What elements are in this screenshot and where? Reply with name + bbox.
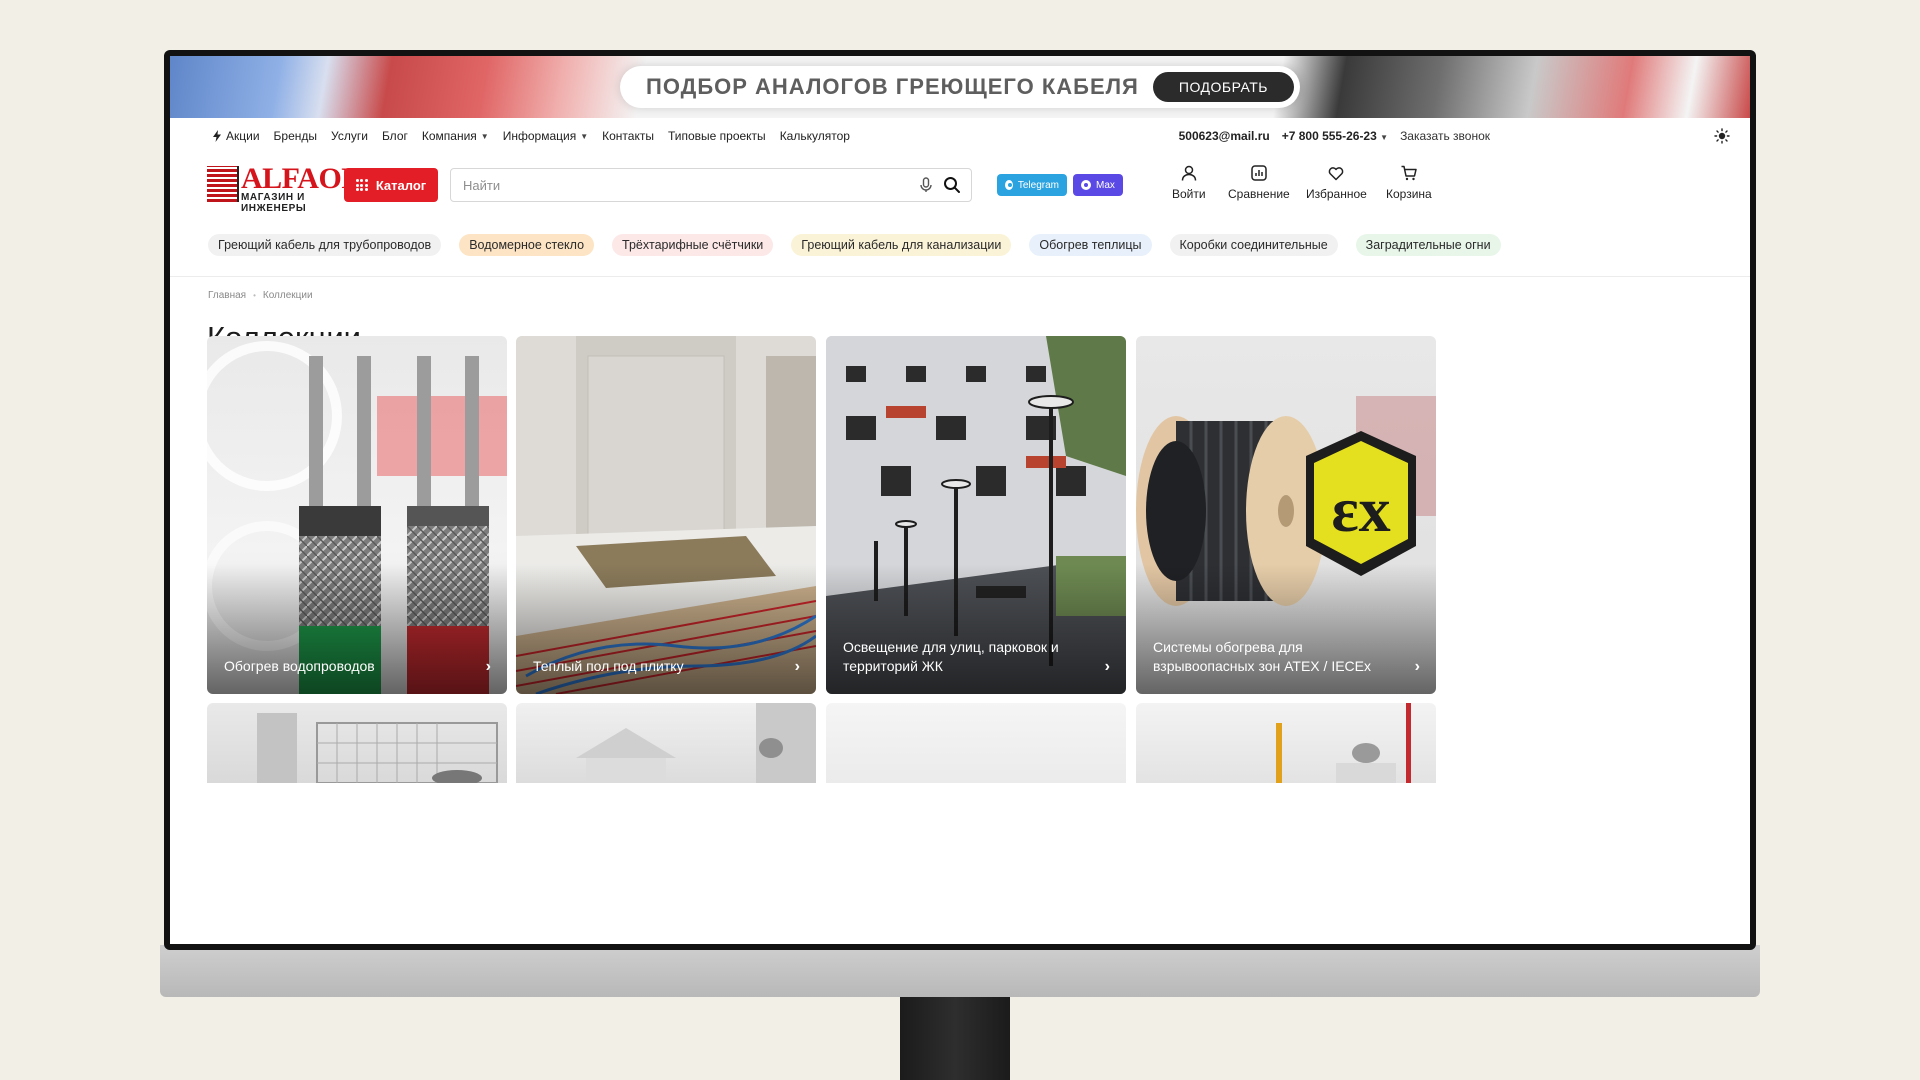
chip[interactable]: Трёхтарифные счётчики	[612, 234, 774, 256]
phone-link[interactable]: +7 800 555-26-23 ▼	[1282, 129, 1388, 143]
catalog-label: Каталог	[375, 177, 427, 193]
nav-information-label: Информация	[502, 129, 577, 143]
pipes-image	[257, 713, 498, 783]
compare-label: Сравнение	[1228, 187, 1290, 201]
logo-mark	[207, 166, 239, 202]
catalog-button[interactable]: Каталог	[344, 168, 438, 202]
monitor-chin	[160, 945, 1760, 997]
chevron-right-icon: ›	[794, 658, 800, 675]
svg-text:εx: εx	[1331, 474, 1390, 545]
phone-number: +7 800 555-26-23	[1281, 129, 1377, 143]
breadcrumb: Главная • Коллекции	[208, 290, 313, 301]
breadcrumb-separator: •	[253, 291, 256, 300]
chip[interactable]: Греющий кабель для трубопроводов	[208, 234, 442, 256]
chip[interactable]: Коробки соединительные	[1169, 234, 1338, 256]
grid-dots-icon	[355, 179, 368, 191]
max-button[interactable]: Max	[1073, 174, 1123, 196]
cart-icon	[1401, 165, 1417, 181]
caret-down-icon: ▼	[1380, 133, 1389, 142]
favorites-label: Избранное	[1306, 187, 1367, 201]
nav-brands[interactable]: Бренды	[274, 129, 317, 143]
max-label: Max	[1096, 179, 1115, 191]
telegram-icon	[1005, 180, 1013, 190]
microphone-icon[interactable]	[917, 176, 935, 194]
gas-pipe-image	[1276, 703, 1411, 783]
card-title: Системы обогрева для взрывоопасных зон A…	[1153, 639, 1371, 674]
chevron-right-icon: ›	[485, 658, 491, 675]
chip[interactable]: Греющий кабель для канализации	[791, 234, 1012, 256]
nav-blog[interactable]: Блог	[382, 129, 408, 143]
nav-contacts[interactable]: Контакты	[602, 129, 654, 143]
heart-icon	[1329, 167, 1344, 181]
nav-projects[interactable]: Типовые проекты	[668, 129, 766, 143]
promo-button[interactable]: ПОДОБРАТЬ	[1152, 72, 1294, 102]
search-icon[interactable]	[943, 176, 961, 194]
chip[interactable]: Водомерное стекло	[459, 234, 595, 256]
top-nav: Акции Бренды Услуги Блог Компания ▼ Инфо…	[170, 118, 1750, 154]
user-icon	[1181, 165, 1197, 181]
collection-card[interactable]: εx Системы обогрева для взрывоопасных зо…	[1136, 336, 1436, 694]
login-button[interactable]: Войти	[1172, 164, 1206, 201]
collection-card[interactable]	[826, 703, 1126, 783]
login-label: Войти	[1172, 187, 1206, 201]
collection-card[interactable]	[516, 703, 816, 783]
quick-links: Греющий кабель для трубопроводов Водомер…	[208, 234, 1501, 256]
compare-icon	[1251, 165, 1267, 181]
contact-block: 500623@mail.ru +7 800 555-26-23 ▼ Заказа…	[1179, 129, 1708, 143]
nav-information[interactable]: Информация ▼	[503, 129, 588, 143]
promo-banner[interactable]: ПОДБОР АНАЛОГОВ ГРЕЮЩЕГО КАБЕЛЯ ПОДОБРАТ…	[170, 56, 1750, 118]
card-title: Освещение для улиц, парковок и территори…	[843, 639, 1059, 674]
divider	[170, 276, 1750, 277]
callback-link[interactable]: Заказать звонок	[1400, 129, 1490, 143]
collection-card[interactable]: Обогрев водопроводов ›	[207, 336, 507, 694]
theme-toggle-icon[interactable]	[1714, 128, 1730, 144]
nav-calculator[interactable]: Калькулятор	[780, 129, 850, 143]
compare-button[interactable]: Сравнение	[1228, 164, 1290, 201]
promo-text: ПОДБОР АНАЛОГОВ ГРЕЮЩЕГО КАБЕЛЯ	[646, 74, 1139, 99]
nav-services[interactable]: Услуги	[331, 129, 368, 143]
cart-button[interactable]: Корзина	[1386, 164, 1432, 201]
telegram-button[interactable]: Telegram	[997, 174, 1067, 196]
site-header: ALFAOPT МАГАЗИН И ИНЖЕНЕРЫ Каталог Teleg…	[170, 154, 1750, 218]
chip[interactable]: Заградительные огни	[1355, 234, 1501, 256]
chevron-right-icon: ›	[1414, 658, 1420, 675]
max-icon	[1081, 180, 1091, 190]
collection-card[interactable]	[207, 703, 507, 783]
card-title: Обогрев водопроводов	[224, 658, 375, 674]
nav-promotions[interactable]: Акции	[212, 129, 260, 143]
caret-down-icon: ▼	[480, 131, 489, 141]
promo-pill: ПОДБОР АНАЛОГОВ ГРЕЮЩЕГО КАБЕЛЯ ПОДОБРАТ…	[620, 66, 1300, 108]
browser-viewport: ПОДБОР АНАЛОГОВ ГРЕЮЩЕГО КАБЕЛЯ ПОДОБРАТ…	[170, 56, 1750, 944]
house-image	[576, 703, 816, 783]
monitor-stand	[900, 995, 1010, 1080]
collection-card[interactable]	[1136, 703, 1436, 783]
lightning-icon	[213, 130, 221, 142]
cart-label: Корзина	[1386, 187, 1432, 201]
email-link[interactable]: 500623@mail.ru	[1179, 129, 1270, 143]
collection-card[interactable]: Теплый пол под плитку ›	[516, 336, 816, 694]
breadcrumb-current: Коллекции	[262, 290, 313, 301]
favorites-button[interactable]: Избранное	[1306, 164, 1367, 201]
nav-company[interactable]: Компания ▼	[422, 129, 489, 143]
nav-company-label: Компания	[421, 129, 477, 143]
chip[interactable]: Обогрев теплицы	[1029, 234, 1152, 256]
chevron-right-icon: ›	[1104, 658, 1110, 675]
nav-promotions-label: Акции	[226, 129, 260, 143]
collection-card[interactable]: Освещение для улиц, парковок и территори…	[826, 336, 1126, 694]
caret-down-icon: ▼	[580, 131, 589, 141]
breadcrumb-home[interactable]: Главная	[208, 290, 246, 301]
search-box	[450, 168, 972, 202]
telegram-label: Telegram	[1017, 179, 1059, 191]
search-input[interactable]	[463, 177, 909, 193]
card-title: Теплый пол под плитку	[533, 658, 684, 674]
